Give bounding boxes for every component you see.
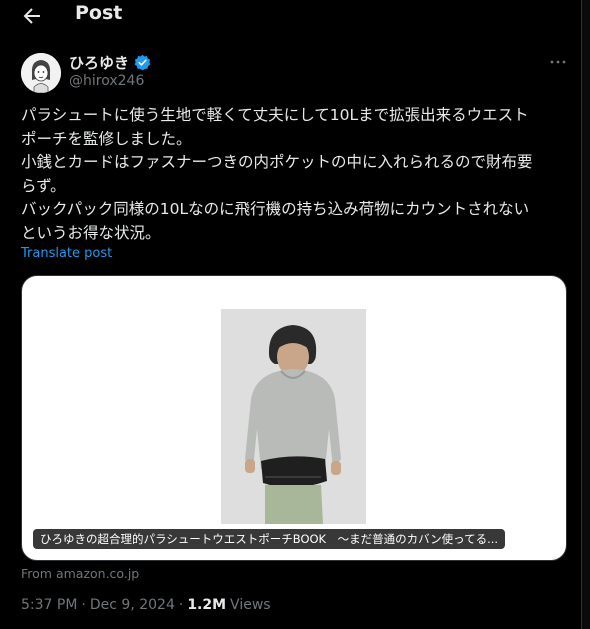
views-count: 1.2M bbox=[187, 597, 227, 613]
post-text: パラシュートに使う生地で軽くて丈夫にして10Lまで拡張出来るウエスト ポーチを監… bbox=[21, 106, 533, 242]
scrollbar[interactable] bbox=[582, 0, 590, 629]
more-options-icon[interactable] bbox=[549, 56, 567, 68]
header: Post bbox=[0, 0, 581, 34]
post-column: Post ひろゆき @hirox246 パラシュートに使う生地で軽くて丈夫にして… bbox=[0, 0, 582, 629]
post-meta: 5:37 PM · Dec 9, 2024 · 1.2M Views bbox=[21, 597, 271, 613]
author-handle[interactable]: @hirox246 bbox=[69, 73, 144, 89]
card-source[interactable]: From amazon.co.jp bbox=[21, 566, 139, 581]
card-title[interactable]: ひろゆきの超合理的パラシュートウエストポーチBOOK ～まだ普通のカバン使ってる… bbox=[33, 529, 506, 549]
person-with-waist-pouch-image bbox=[221, 309, 366, 524]
views-label: Views bbox=[230, 597, 271, 613]
page-title: Post bbox=[75, 2, 123, 24]
link-card[interactable]: ひろゆきの超合理的パラシュートウエストポーチBOOK ～まだ普通のカバン使ってる… bbox=[21, 275, 567, 561]
meta-separator: · bbox=[178, 597, 184, 613]
back-arrow-icon[interactable] bbox=[20, 4, 44, 28]
avatar[interactable] bbox=[21, 53, 61, 93]
product-photo bbox=[221, 309, 366, 524]
verified-badge-icon bbox=[134, 54, 151, 70]
post-time[interactable]: 5:37 PM bbox=[21, 597, 77, 613]
author-name[interactable]: ひろゆき bbox=[69, 52, 129, 73]
avatar-illustration-icon bbox=[21, 53, 61, 93]
translate-post-link[interactable]: Translate post bbox=[21, 246, 112, 261]
author-name-row[interactable]: ひろゆき bbox=[69, 52, 151, 72]
post-date[interactable]: Dec 9, 2024 bbox=[90, 597, 175, 613]
meta-separator: · bbox=[81, 597, 86, 613]
